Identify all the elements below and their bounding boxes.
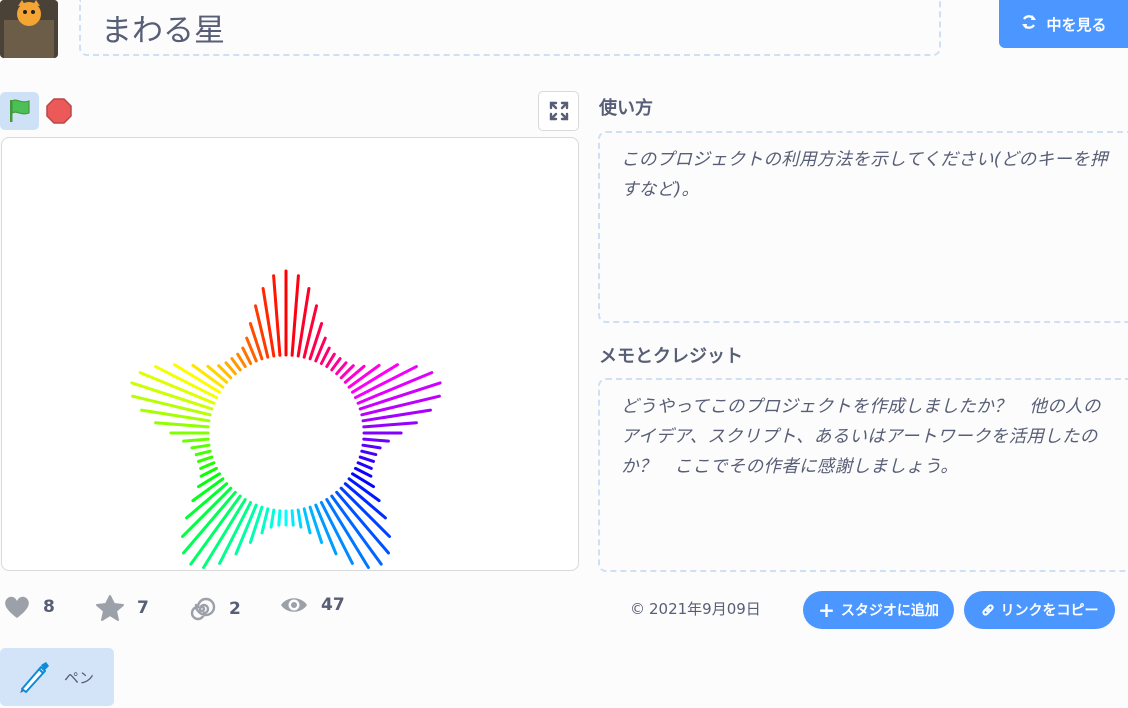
instructions-placeholder: このプロジェクトの利用方法を示してください(どのキーを押すなど)。 — [621, 150, 1108, 200]
notes-placeholder: どうやってこのプロジェクトを作成しましたか？ 他の人のアイデア、スクリプト、ある… — [621, 397, 1101, 477]
add-to-studio-button[interactable]: + スタジオに追加 — [803, 591, 954, 629]
pen-stroke — [260, 507, 270, 535]
pen-stroke — [360, 449, 378, 457]
notes-textarea[interactable]: どうやってこのプロジェクトを作成しましたか？ 他の人のアイデア、スクリプト、ある… — [598, 378, 1128, 572]
copyright-icon: © — [630, 599, 645, 618]
pen-stroke — [358, 455, 375, 463]
pen-stroke — [190, 443, 211, 450]
fullscreen-icon — [549, 101, 568, 121]
pen-stroke — [296, 508, 303, 529]
pen-stroke — [224, 361, 237, 376]
project-stage[interactable] — [1, 137, 579, 571]
pen-stroke — [356, 461, 373, 470]
pen-stroke — [181, 486, 233, 538]
pen-stroke — [302, 507, 312, 535]
pen-stroke — [182, 437, 210, 443]
pen-stroke — [339, 486, 391, 538]
favorite-stat[interactable]: 7 — [95, 594, 149, 622]
spinning-star-drawing — [130, 269, 442, 569]
pen-icon — [20, 662, 49, 693]
pen-stroke — [330, 357, 342, 372]
project-title-text: まわる星 — [101, 12, 225, 49]
eye-icon — [281, 598, 307, 612]
copy-link-button[interactable]: リンクをコピー — [964, 591, 1115, 629]
stop-button[interactable] — [45, 97, 72, 124]
remix-count: 2 — [229, 599, 241, 619]
pen-stroke — [197, 455, 214, 463]
instructions-heading: 使い方 — [599, 98, 653, 119]
pen-stroke — [230, 357, 242, 372]
pen-stroke — [362, 437, 390, 443]
pen-stroke — [335, 361, 348, 376]
remix-stat[interactable]: 2 — [187, 594, 241, 624]
pen-stroke — [194, 449, 212, 457]
notes-heading: メモとクレジット — [599, 346, 743, 367]
author-avatar[interactable] — [0, 0, 58, 58]
view-count: 47 — [321, 595, 345, 615]
star-icon — [96, 595, 124, 621]
pen-stroke — [236, 352, 247, 368]
pen-extension-chip[interactable]: ペン — [0, 648, 114, 706]
favorite-count: 7 — [137, 598, 149, 618]
love-stat[interactable]: 8 — [3, 594, 55, 620]
stop-sign-icon — [45, 97, 72, 124]
fullscreen-button[interactable] — [538, 91, 579, 131]
pen-stroke — [272, 274, 282, 357]
plus-icon: + — [818, 598, 835, 622]
pen-stroke — [354, 466, 373, 478]
shared-date: © 2021年9月09日 — [630, 598, 761, 619]
add-to-studio-label: スタジオに追加 — [840, 603, 939, 619]
pen-stroke — [241, 346, 253, 365]
pen-stroke — [199, 461, 216, 470]
pen-extension-label: ペン — [64, 668, 95, 687]
see-inside-button[interactable]: 中を見る — [999, 0, 1128, 48]
pen-stroke — [325, 352, 336, 368]
pen-stroke — [290, 274, 300, 357]
love-count: 8 — [43, 597, 55, 617]
pen-stroke — [362, 421, 418, 429]
pen-stroke — [182, 490, 237, 555]
green-flag-button[interactable] — [0, 92, 39, 130]
pen-stroke — [277, 509, 282, 527]
copy-link-label: リンクをコピー — [1000, 603, 1099, 619]
pen-stroke — [361, 443, 382, 450]
pen-stroke — [319, 346, 331, 365]
shared-date-text: 2021年9月09日 — [649, 600, 761, 618]
heart-icon — [5, 596, 29, 618]
view-stat: 47 — [279, 594, 345, 616]
link-icon — [981, 604, 994, 616]
pen-stroke — [269, 508, 276, 529]
instructions-textarea[interactable]: このプロジェクトの利用方法を示してください(どのキーを押すなど)。 — [598, 131, 1128, 323]
see-inside-label: 中を見る — [1046, 15, 1107, 34]
pen-stroke — [335, 490, 390, 555]
remix-arrows-icon — [1020, 13, 1038, 35]
pen-stroke — [290, 509, 295, 527]
green-flag-icon — [9, 99, 30, 122]
spiral-icon — [190, 597, 216, 621]
pen-stroke — [154, 421, 210, 429]
pen-stroke — [199, 466, 218, 478]
project-title[interactable]: まわる星 — [79, 0, 941, 56]
